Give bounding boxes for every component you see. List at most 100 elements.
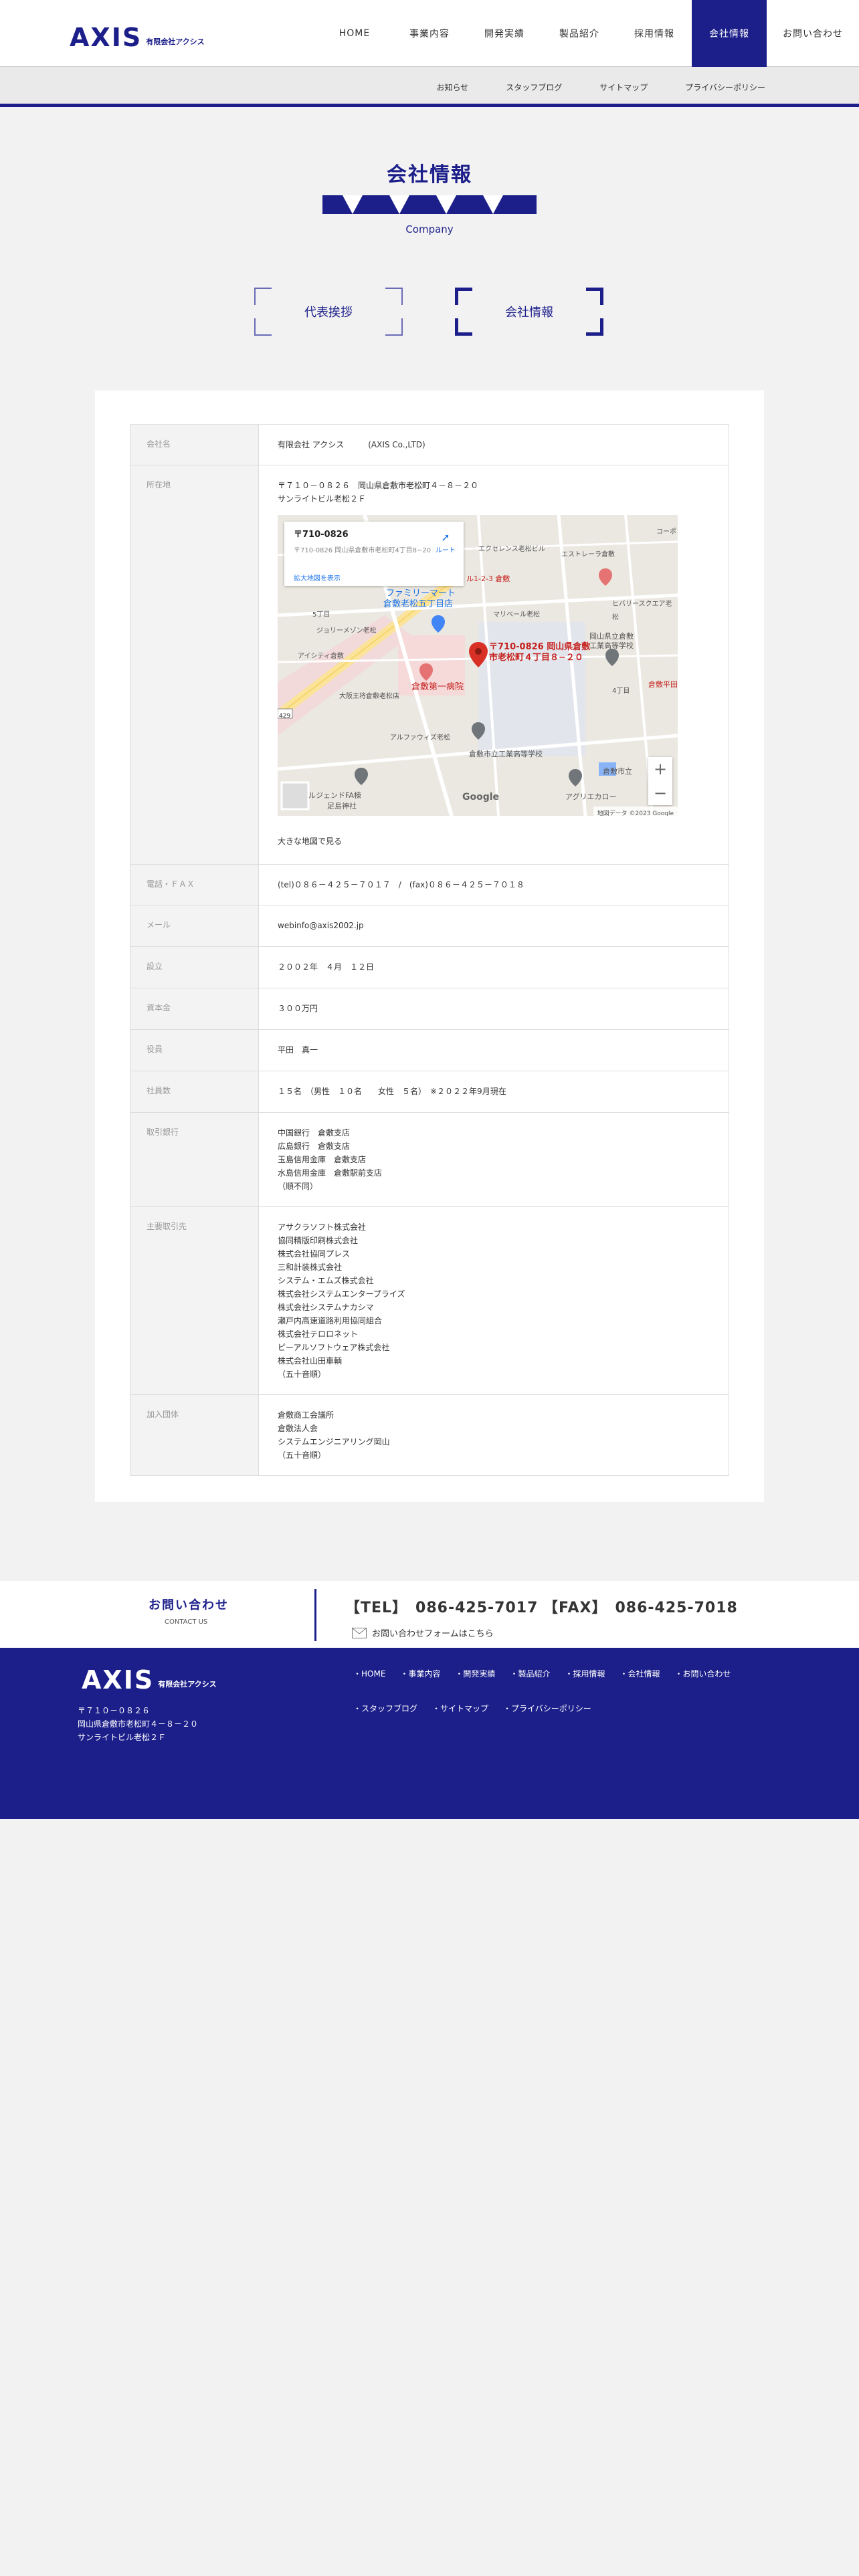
row-value-email: webinfo@axis2002.jp <box>258 905 729 947</box>
footer-logo[interactable]: AXIS 有限会社アクシス <box>82 1667 217 1693</box>
map-label: 大阪王将倉敷老松店 <box>339 693 399 700</box>
footer-nav-sub: ・スタッフブログ ・サイトマップ ・プライバシーポリシー <box>353 1703 606 1714</box>
footer-nav-contact[interactable]: ・お問い合わせ <box>674 1668 731 1679</box>
list-item: 株式会社協同プレス <box>278 1249 351 1259</box>
global-nav: HOME 事業内容 開発実績 製品紹介 採用情報 会社情報 お問い合わせ <box>317 0 859 67</box>
google-map[interactable]: 429 ファミリーマート 倉敷老松五丁目店 倉敷第一病院 倉敷市立工業高等学校 … <box>278 515 678 816</box>
list-item: 株式会社システムナカシマ <box>278 1303 374 1312</box>
table-row: 所在地 〒７１０－０８２６ 岡山県倉敷市老松町４－８－２０ サンライトビル老松２… <box>130 465 729 865</box>
title-decoration <box>322 195 537 214</box>
map-label: 倉敷市立 <box>603 767 632 776</box>
directions-icon: ➚ <box>441 531 450 544</box>
footer-nav-sitemap[interactable]: ・サイトマップ <box>432 1703 488 1714</box>
table-row: 電話・ＦＡＸ (tel)０８６－４２５－７０１７ / (fax)０８６－４２５－… <box>130 864 729 905</box>
map-attribution: 地図データ ©2023 Google <box>593 807 678 816</box>
footer-nav-home[interactable]: ・HOME <box>353 1668 385 1679</box>
site-logo[interactable]: AXIS 有限会社アクシス <box>70 17 205 51</box>
row-label: 社員数 <box>130 1071 259 1113</box>
map-road-number: 429 <box>279 713 291 720</box>
table-row: 加入団体 倉敷商工会議所 倉敷法人会 システムエンジニアリング岡山 （五十音順） <box>130 1394 729 1476</box>
sub-nav: お知らせ スタッフブログ サイトマップ プライバシーポリシー <box>0 67 859 107</box>
list-item: 株式会社山田車輌 <box>278 1356 343 1366</box>
map-label: 倉敷市立工業高等学校 <box>469 750 543 758</box>
map-label: コーポ <box>656 528 676 536</box>
row-value-founded: ２００２年 ４月 １２日 <box>258 946 729 988</box>
map-label: 倉敷老松五丁目店 <box>383 599 454 609</box>
contact-form-link[interactable]: お問い合わせフォームはこちら <box>352 1626 494 1639</box>
list-item: 玉島信用金庫 倉敷支店 <box>278 1155 367 1164</box>
footer-address-line: 〒７１０－０８２６ <box>78 1706 151 1715</box>
corner-decoration <box>455 318 472 336</box>
nav-products[interactable]: 製品紹介 <box>542 0 617 67</box>
map-label: エクセレンス老松ビル <box>478 546 545 553</box>
zoom-in-button[interactable]: + <box>648 757 672 781</box>
map-zoom-control: + − <box>648 757 672 805</box>
map-label: エストレーラ倉敷 <box>561 551 615 558</box>
footer-nav-recruit[interactable]: ・採用情報 <box>565 1668 605 1679</box>
nav-business[interactable]: 事業内容 <box>392 0 467 67</box>
row-label: 役員 <box>130 1029 259 1071</box>
corner-decoration <box>254 288 272 305</box>
footer-address-line: サンライトビル老松２Ｆ <box>78 1733 167 1742</box>
list-item: （順不同） <box>278 1182 318 1191</box>
anchor-greeting[interactable]: 代表挨拶 <box>254 288 403 336</box>
footer-nav-products[interactable]: ・製品紹介 <box>510 1668 550 1679</box>
contact-tel[interactable]: 【TEL】 086-425-7017 <box>345 1596 538 1617</box>
nav-works[interactable]: 開発実績 <box>467 0 542 67</box>
list-item: 株式会社システムエンタープライズ <box>278 1289 405 1299</box>
anchor-company-info-label: 会社情報 <box>505 306 553 320</box>
contact-fax: 【FAX】 086-425-7018 <box>543 1600 738 1616</box>
row-label: 主要取引先 <box>130 1206 259 1395</box>
footer-address: 〒７１０－０８２６ 岡山県倉敷市老松町４－８－２０ サンライトビル老松２Ｆ <box>78 1704 198 1744</box>
company-info-card: 会社名 有限会社 アクシス (AXIS Co.,LTD) 所在地 〒７１０－０８… <box>95 391 764 1502</box>
footer-nav-staff-blog[interactable]: ・スタッフブログ <box>353 1703 417 1714</box>
table-row: 社員数 １５名 （男性 １０名 女性 ５名） ※２０２２年9月現在 <box>130 1071 729 1113</box>
subnav-privacy[interactable]: プライバシーポリシー <box>666 82 784 93</box>
company-info-table: 会社名 有限会社 アクシス (AXIS Co.,LTD) 所在地 〒７１０－０８… <box>130 424 729 1476</box>
corner-decoration <box>254 318 272 336</box>
row-label: 所在地 <box>130 465 259 865</box>
footer-nav-works[interactable]: ・開発実績 <box>455 1668 495 1679</box>
nav-recruit[interactable]: 採用情報 <box>617 0 692 67</box>
list-item: 三和計装株式会社 <box>278 1263 343 1272</box>
big-map-link[interactable]: 大きな地図で見る <box>278 835 710 848</box>
footer-logo-mark: AXIS <box>82 1665 155 1695</box>
list-item: ピーアルソフトウェア株式会社 <box>278 1343 390 1352</box>
footer-nav-company[interactable]: ・会社情報 <box>619 1668 660 1679</box>
contact-form-label: お問い合わせフォームはこちら <box>372 1629 494 1639</box>
anchor-greeting-label: 代表挨拶 <box>304 306 353 320</box>
contact-divider <box>314 1589 316 1641</box>
map-label: 工業高等学校 <box>589 641 634 650</box>
contact-title: お問い合わせ <box>149 1598 229 1612</box>
footer-nav-business[interactable]: ・事業内容 <box>400 1668 440 1679</box>
nav-home[interactable]: HOME <box>317 0 392 67</box>
nav-contact[interactable]: お問い合わせ <box>767 0 859 67</box>
row-value-banks: 中国銀行 倉敷支店 広島銀行 倉敷支店 玉島信用金庫 倉敷支店 水島信用金庫 倉… <box>258 1112 729 1207</box>
row-label: 加入団体 <box>130 1394 259 1476</box>
subnav-news[interactable]: お知らせ <box>417 82 487 93</box>
table-row: 主要取引先 アサクラソフト株式会社 協同精版印刷株式会社 株式会社協同プレス 三… <box>130 1206 729 1395</box>
zoom-out-button[interactable]: − <box>648 781 672 805</box>
contact-title-en: CONTACT US <box>165 1618 208 1626</box>
row-label: 会社名 <box>130 424 259 465</box>
nav-company[interactable]: 会社情報 <box>692 0 767 67</box>
list-item: 瀬戸内高速道路利用協同組合 <box>278 1316 383 1325</box>
list-item: アサクラソフト株式会社 <box>278 1222 367 1232</box>
map-label: ル1-2-3 倉敷 <box>466 574 510 583</box>
row-label: メール <box>130 905 259 947</box>
list-item: 中国銀行 倉敷支店 <box>278 1128 351 1138</box>
map-label: ヒバリースクエア老松 <box>612 601 672 621</box>
corner-decoration <box>385 288 403 305</box>
map-card-postal: 〒710-0826 <box>294 530 349 540</box>
row-label: 取引銀行 <box>130 1112 259 1207</box>
address-line: サンライトビル老松２Ｆ <box>278 494 367 504</box>
row-label: 資本金 <box>130 988 259 1030</box>
footer-nav-privacy[interactable]: ・プライバシーポリシー <box>503 1703 591 1714</box>
map-enlarge-link[interactable]: 拡大地図を表示 <box>294 572 341 586</box>
list-item: 水島信用金庫 倉敷駅前支店 <box>278 1168 383 1178</box>
anchor-company-info[interactable]: 会社情報 <box>455 288 603 336</box>
table-row: 役員 平田 真一 <box>130 1029 729 1071</box>
subnav-sitemap[interactable]: サイトマップ <box>581 82 666 93</box>
map-directions-button[interactable]: ➚ ルート <box>436 531 456 558</box>
subnav-staff-blog[interactable]: スタッフブログ <box>487 82 581 93</box>
